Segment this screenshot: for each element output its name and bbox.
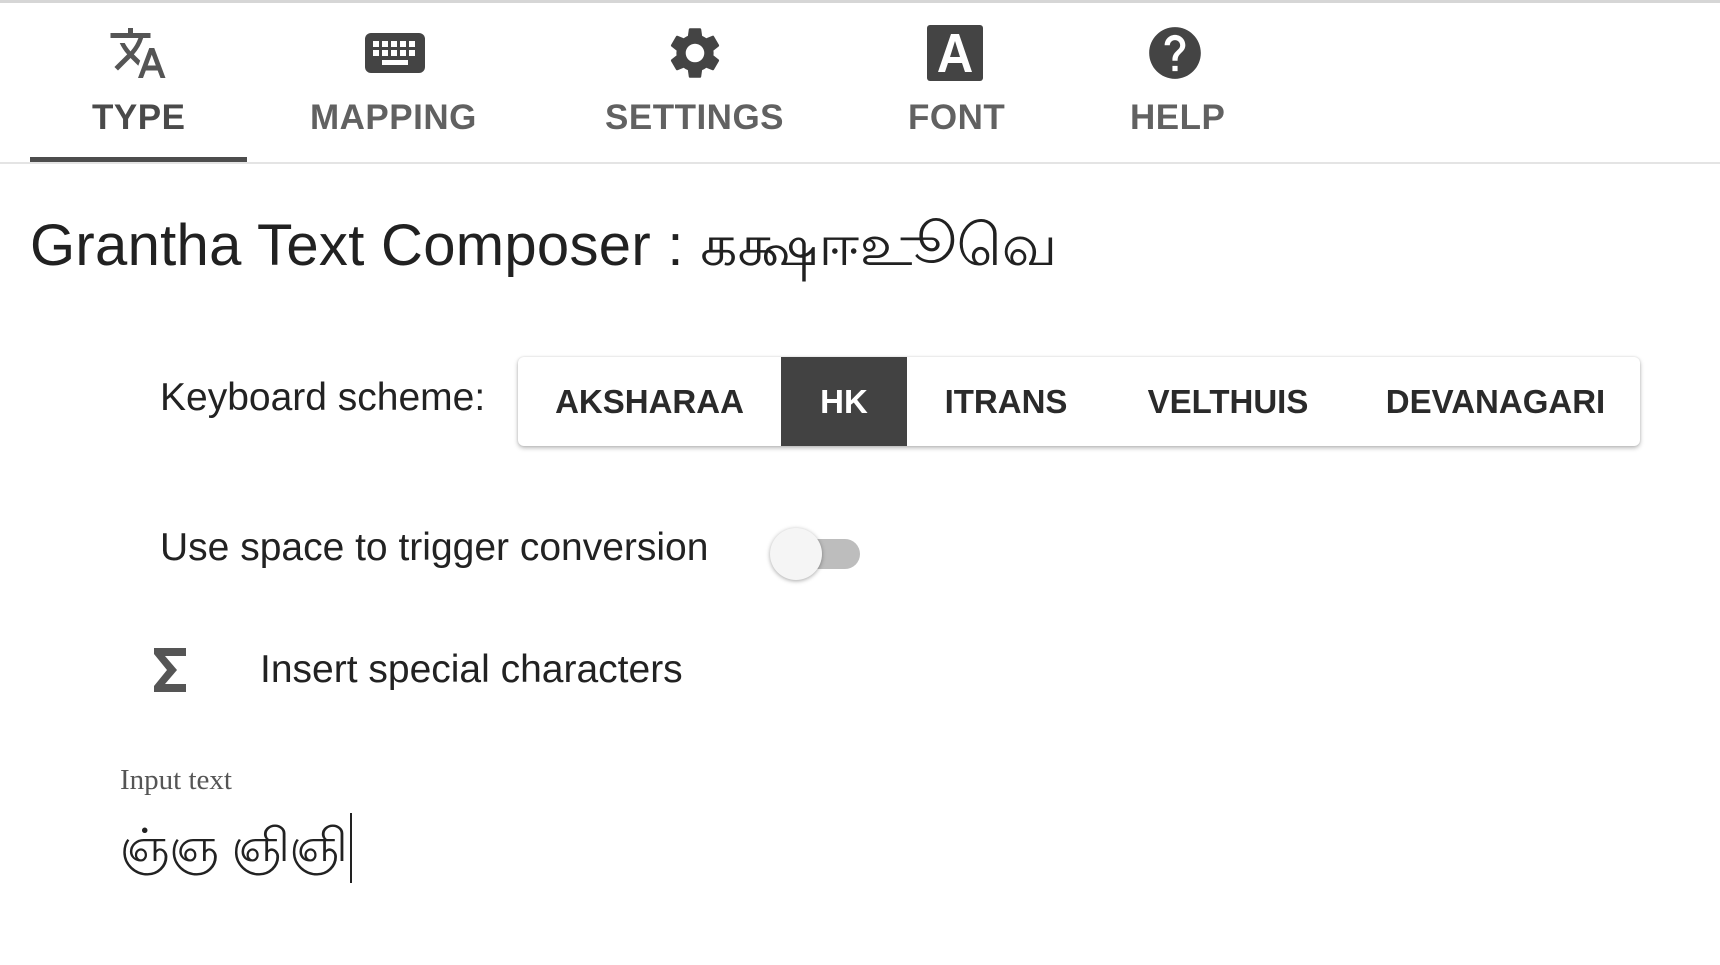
keyboard-scheme-toggle-group: AKSHARAA HK ITRANS VELTHUIS DEVANAGARI — [518, 357, 1640, 446]
tab-settings-label: SETTINGS — [605, 98, 785, 137]
tab-font-label: FONT — [908, 98, 1006, 137]
sigma-icon — [150, 646, 190, 694]
scheme-itrans-button[interactable]: ITRANS — [907, 357, 1105, 446]
page-title: Grantha Text Composer : கக்ஷஈஉூவெ — [30, 213, 1058, 278]
keyboard-icon — [363, 22, 427, 84]
keyboard-scheme-label: Keyboard scheme: — [160, 376, 486, 419]
insert-special-characters-label: Insert special characters — [260, 648, 683, 691]
help-icon — [1143, 22, 1207, 84]
insert-special-characters-button[interactable]: Insert special characters — [150, 640, 683, 700]
tab-bar: TYPE MAPPING SETTINGS FONT HELP — [0, 0, 1720, 164]
active-tab-indicator — [30, 157, 247, 162]
space-trigger-switch[interactable] — [770, 524, 870, 580]
scheme-devanagari-button[interactable]: DEVANAGARI — [1351, 357, 1640, 446]
tab-settings[interactable]: SETTINGS — [590, 0, 800, 162]
translate-icon — [106, 22, 170, 84]
font-a-icon — [923, 22, 987, 84]
switch-thumb[interactable] — [770, 528, 822, 580]
tab-help-label: HELP — [1130, 98, 1226, 137]
tab-type-label: TYPE — [92, 98, 186, 137]
input-text-field[interactable]: ஞ்ஞ ஞிஞி — [120, 808, 1600, 888]
gear-icon — [663, 22, 727, 84]
input-text-value: ஞ்ஞ ஞிஞி — [120, 818, 348, 871]
space-trigger-label: Use space to trigger conversion — [160, 526, 709, 569]
app-root: TYPE MAPPING SETTINGS FONT HELP Grantha … — [0, 0, 1720, 965]
tab-font[interactable]: FONT — [850, 0, 1060, 162]
scheme-aksharaa-button[interactable]: AKSHARAA — [518, 357, 781, 446]
tab-type[interactable]: TYPE — [30, 0, 247, 162]
tab-mapping[interactable]: MAPPING — [290, 0, 500, 162]
text-caret — [349, 813, 352, 883]
scheme-hk-button[interactable]: HK — [781, 357, 907, 446]
tab-mapping-label: MAPPING — [310, 98, 477, 137]
tab-help[interactable]: HELP — [1070, 0, 1280, 162]
input-text-label: Input text — [120, 764, 232, 796]
scheme-velthuis-button[interactable]: VELTHUIS — [1105, 357, 1351, 446]
